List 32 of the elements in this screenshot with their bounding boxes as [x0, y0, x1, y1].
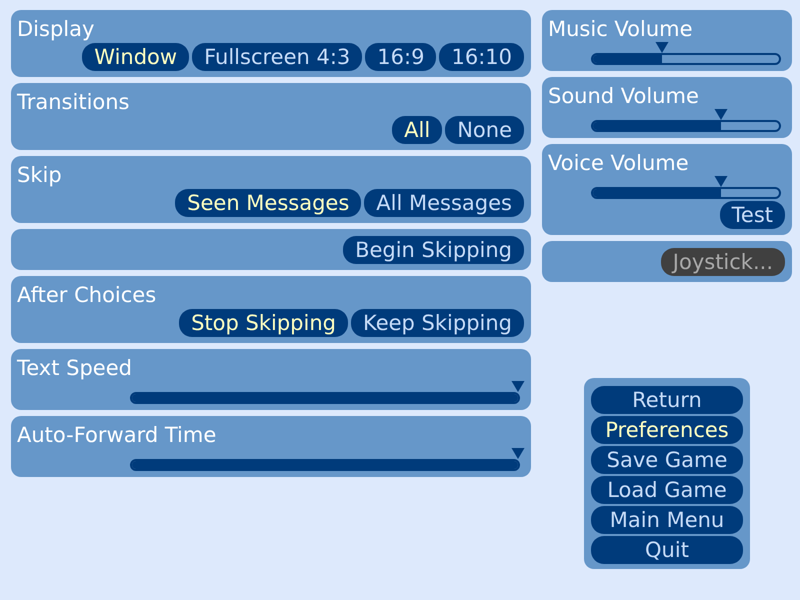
slider-thumb[interactable]	[512, 448, 524, 459]
option-button[interactable]: All Messages	[364, 189, 524, 217]
menu-button[interactable]: Load Game	[591, 476, 743, 504]
panel-title: Skip	[17, 162, 63, 188]
test-button[interactable]: Test	[720, 201, 785, 229]
panel-title: Auto-Forward Time	[17, 422, 218, 448]
menu-button[interactable]: Save Game	[591, 446, 743, 474]
panel-title: Voice Volume	[548, 150, 690, 176]
option-button[interactable]: 16:9	[365, 43, 436, 71]
option-button[interactable]: Stop Skipping	[179, 309, 348, 337]
action-button[interactable]: Begin Skipping	[343, 236, 524, 264]
option-button[interactable]: 16:10	[439, 43, 524, 71]
panel-title: After Choices	[17, 282, 158, 308]
panel-title: Music Volume	[548, 16, 694, 42]
option-button[interactable]: Fullscreen 4:3	[192, 43, 362, 71]
option-button[interactable]: Keep Skipping	[350, 309, 524, 337]
menu-button[interactable]: Main Menu	[591, 506, 743, 534]
slider-track[interactable]	[591, 120, 781, 132]
slider-track[interactable]	[591, 187, 781, 199]
panel-title: Display	[17, 16, 96, 42]
panel-title: Transitions	[17, 89, 130, 115]
menu-button[interactable]: Quit	[591, 536, 743, 564]
option-button[interactable]: Seen Messages	[175, 189, 362, 217]
option-button[interactable]: None	[445, 116, 524, 144]
panel-title: Text Speed	[17, 355, 133, 381]
slider-track[interactable]	[591, 53, 781, 65]
panel-title: Sound Volume	[548, 83, 700, 109]
option-button[interactable]: All	[392, 116, 442, 144]
slider-thumb[interactable]	[512, 381, 524, 392]
option-button[interactable]: Window	[82, 43, 190, 71]
menu-button[interactable]: Preferences	[591, 416, 743, 444]
menu-button[interactable]: Return	[591, 386, 743, 414]
